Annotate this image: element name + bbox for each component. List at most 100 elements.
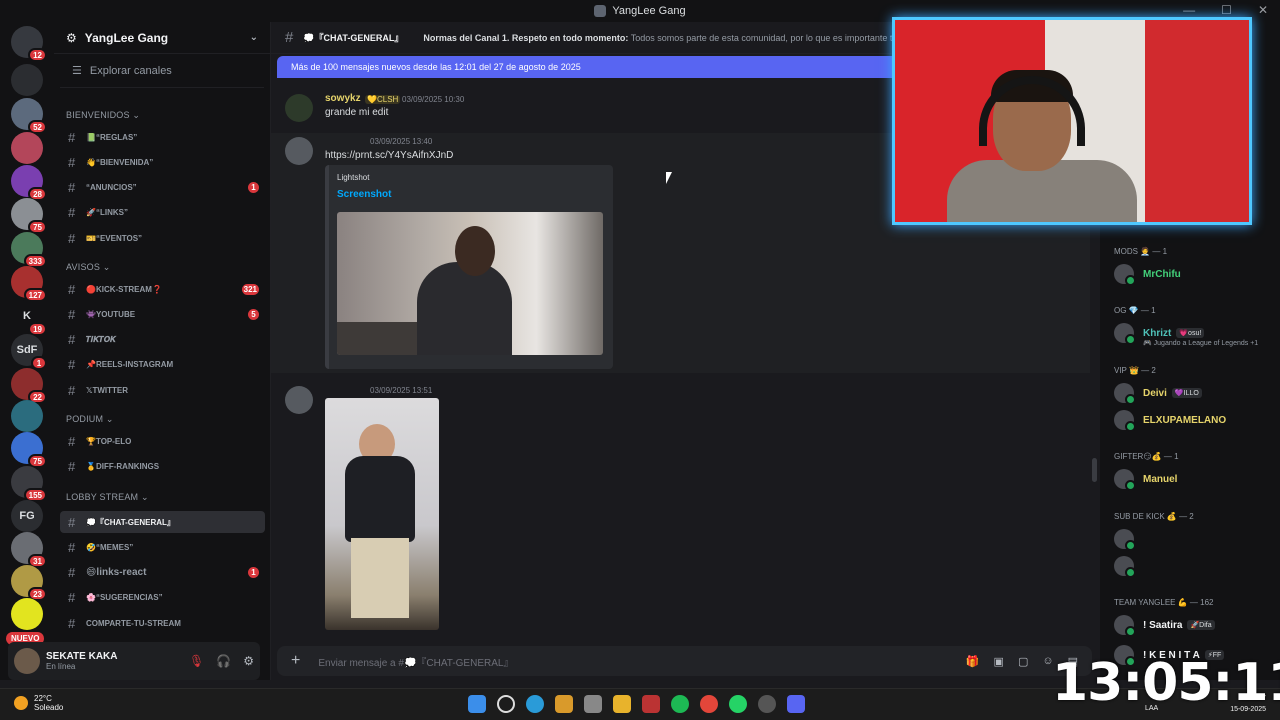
server-icon[interactable]: 75 bbox=[11, 198, 47, 234]
channel-category[interactable]: PODIUM ⌄ bbox=[66, 414, 114, 425]
channel-item[interactable]: # 👋“BIENVENIDA” bbox=[60, 151, 265, 173]
plus-icon[interactable]: + bbox=[291, 652, 300, 670]
server-icon[interactable]: 75 bbox=[11, 432, 47, 468]
mute-icon[interactable]: 🎙 bbox=[189, 654, 204, 668]
channel-item[interactable]: # 💭『CHAT-GENERAL』 bbox=[60, 511, 265, 533]
server-icon[interactable] bbox=[11, 400, 43, 432]
file-explorer-icon[interactable] bbox=[613, 695, 631, 713]
channel-topic[interactable]: Normas del Canal 1. Respeto en todo mome… bbox=[423, 33, 908, 43]
channel-item[interactable]: # 🎫“EVENTOS” bbox=[60, 227, 265, 249]
store-icon[interactable] bbox=[555, 695, 573, 713]
weather-widget[interactable]: 22°C Soleado bbox=[14, 694, 63, 712]
server-icon[interactable] bbox=[11, 64, 43, 96]
role-tag: 💛CLSH bbox=[365, 95, 401, 104]
channel-category[interactable]: LOBBY STREAM ⌄ bbox=[66, 492, 149, 503]
server-icon[interactable]: SdF 1 bbox=[11, 334, 47, 370]
snipping-icon[interactable] bbox=[642, 695, 660, 713]
channel-label: 𝕏TWITTER bbox=[86, 385, 128, 395]
channel-item[interactable]: # 🔴KICK-STREAM❓ 321 bbox=[60, 278, 265, 300]
avatar[interactable] bbox=[285, 386, 313, 414]
user-panel: SEKATE KAKA En línea 🎙 🎧 ⚙ bbox=[8, 642, 260, 680]
embed-image-desk bbox=[337, 322, 417, 355]
embed-provider[interactable]: Lightshot bbox=[337, 173, 369, 182]
start-icon[interactable] bbox=[468, 695, 486, 713]
channel-item[interactable]: # 📌REELS-INSTAGRAM bbox=[60, 354, 265, 376]
member-item[interactable]: Deivi 💜ILLO bbox=[1114, 383, 1202, 405]
settings-gear-icon[interactable]: ⚙ bbox=[243, 654, 254, 668]
edge-icon[interactable] bbox=[526, 695, 544, 713]
avatar[interactable] bbox=[14, 648, 40, 674]
deafen-icon[interactable]: 🎧 bbox=[216, 654, 231, 668]
whatsapp-icon[interactable] bbox=[729, 695, 747, 713]
message-image[interactable] bbox=[325, 398, 439, 630]
hash-icon: # bbox=[68, 565, 76, 581]
server-icon[interactable]: 22 bbox=[11, 368, 47, 404]
guild-header[interactable]: ⚙ YangLee Gang ⌄ bbox=[54, 22, 270, 54]
member-name: Manuel bbox=[1143, 473, 1178, 485]
channel-item[interactable]: # 𝕏TWITTER bbox=[60, 379, 265, 401]
member-group-header: SUB DE KICK 💰 — 2 bbox=[1114, 512, 1194, 521]
member-item[interactable]: Manuel bbox=[1114, 469, 1178, 491]
weather-text: Soleado bbox=[34, 703, 64, 712]
embed-title[interactable]: Screenshot bbox=[337, 189, 391, 200]
channel-item[interactable]: # 🚀“LINKS” bbox=[60, 202, 265, 224]
hash-icon: # bbox=[68, 281, 76, 297]
member-group-header: TEAM YANGLEE 💪 — 162 bbox=[1114, 598, 1214, 607]
message-author[interactable]: sowykz bbox=[325, 93, 361, 104]
server-icon[interactable]: 155 bbox=[11, 466, 47, 502]
discord-icon[interactable] bbox=[787, 695, 805, 713]
spotify-icon[interactable] bbox=[671, 695, 689, 713]
chat-scrollbar[interactable] bbox=[1092, 458, 1097, 482]
unread-badge: 5 bbox=[248, 308, 259, 320]
channel-category[interactable]: AVISOS ⌄ bbox=[66, 262, 111, 273]
close-button[interactable]: ✕ bbox=[1258, 3, 1268, 17]
member-item[interactable] bbox=[1114, 556, 1143, 578]
channel-category[interactable]: BIENVENIDOS ⌄ bbox=[66, 110, 140, 121]
member-item[interactable]: MrChifu bbox=[1114, 264, 1181, 286]
member-item[interactable]: Khrizt 💗osu! 🎮 Jugando a League of Legends… bbox=[1114, 323, 1258, 347]
explore-channels[interactable]: ☰ Explorar canales bbox=[60, 54, 264, 88]
server-icon[interactable]: 23 bbox=[11, 565, 47, 601]
avatar[interactable] bbox=[285, 137, 313, 165]
embed-image[interactable] bbox=[337, 212, 603, 355]
message-link[interactable]: https://prnt.sc/Y4YsAifnXJnD bbox=[325, 150, 453, 161]
member-item[interactable]: ELXUPAMELANO bbox=[1114, 410, 1226, 432]
message-composer[interactable]: + Enviar mensaje a #💭『CHAT-GENERAL』 🎁 ▣ … bbox=[277, 646, 1092, 676]
sticker-icon[interactable]: ▢ bbox=[1018, 655, 1028, 668]
server-icon[interactable] bbox=[11, 132, 43, 164]
gift-icon[interactable]: 🎁 bbox=[966, 655, 980, 668]
server-icon[interactable]: 12 bbox=[11, 26, 47, 62]
minimize-button[interactable]: — bbox=[1183, 3, 1195, 17]
channel-item[interactable]: # 👾YOUTUBE 5 bbox=[60, 303, 265, 325]
channel-item[interactable]: # 😄links-react 1 bbox=[60, 562, 265, 584]
hash-icon: # bbox=[68, 615, 76, 631]
composer-placeholder: Enviar mensaje a #💭『CHAT-GENERAL』 bbox=[318, 657, 514, 669]
avatar[interactable] bbox=[285, 94, 313, 122]
channel-item[interactable]: # “ANUNCIOS” 1 bbox=[60, 177, 265, 199]
hash-icon: # bbox=[68, 332, 76, 348]
settings-icon[interactable] bbox=[584, 695, 602, 713]
member-item[interactable]: ! Saatira 🚀Difa bbox=[1114, 615, 1215, 637]
maximize-button[interactable]: ☐ bbox=[1221, 3, 1232, 17]
server-icon[interactable]: 28 bbox=[11, 165, 47, 201]
gif-icon[interactable]: ▣ bbox=[994, 655, 1004, 668]
server-icon[interactable]: 52 bbox=[11, 98, 47, 134]
server-icon[interactable]: 127 bbox=[11, 266, 47, 302]
server-icon[interactable]: 31 bbox=[11, 532, 47, 568]
server-icon[interactable] bbox=[11, 598, 43, 630]
server-icon[interactable]: 333 bbox=[11, 232, 47, 268]
channel-item[interactable]: # 🏆TOP-ELO bbox=[60, 430, 265, 452]
search-icon[interactable] bbox=[497, 695, 515, 713]
member-item[interactable] bbox=[1114, 529, 1143, 551]
server-icon[interactable]: FG bbox=[11, 500, 43, 532]
channel-item[interactable]: # 𝑻𝑰𝑲𝑻𝑶𝑲 bbox=[60, 329, 265, 351]
server-icon[interactable]: K 19 bbox=[11, 300, 47, 336]
channel-item[interactable]: # 🤣“MEMES” bbox=[60, 536, 265, 558]
chrome-icon[interactable] bbox=[700, 695, 718, 713]
channel-item[interactable]: # COMPARTE-TU-STREAM bbox=[60, 612, 265, 634]
channel-item[interactable]: # 🥇DIFF-RANKINGS bbox=[60, 455, 265, 477]
channel-item[interactable]: # 🌸“SUGERENCIAS” bbox=[60, 587, 265, 609]
obs-icon[interactable] bbox=[758, 695, 776, 713]
channel-item[interactable]: # 📗“REGLAS” bbox=[60, 126, 265, 148]
channel-label: 🔴KICK-STREAM❓ bbox=[86, 284, 162, 294]
